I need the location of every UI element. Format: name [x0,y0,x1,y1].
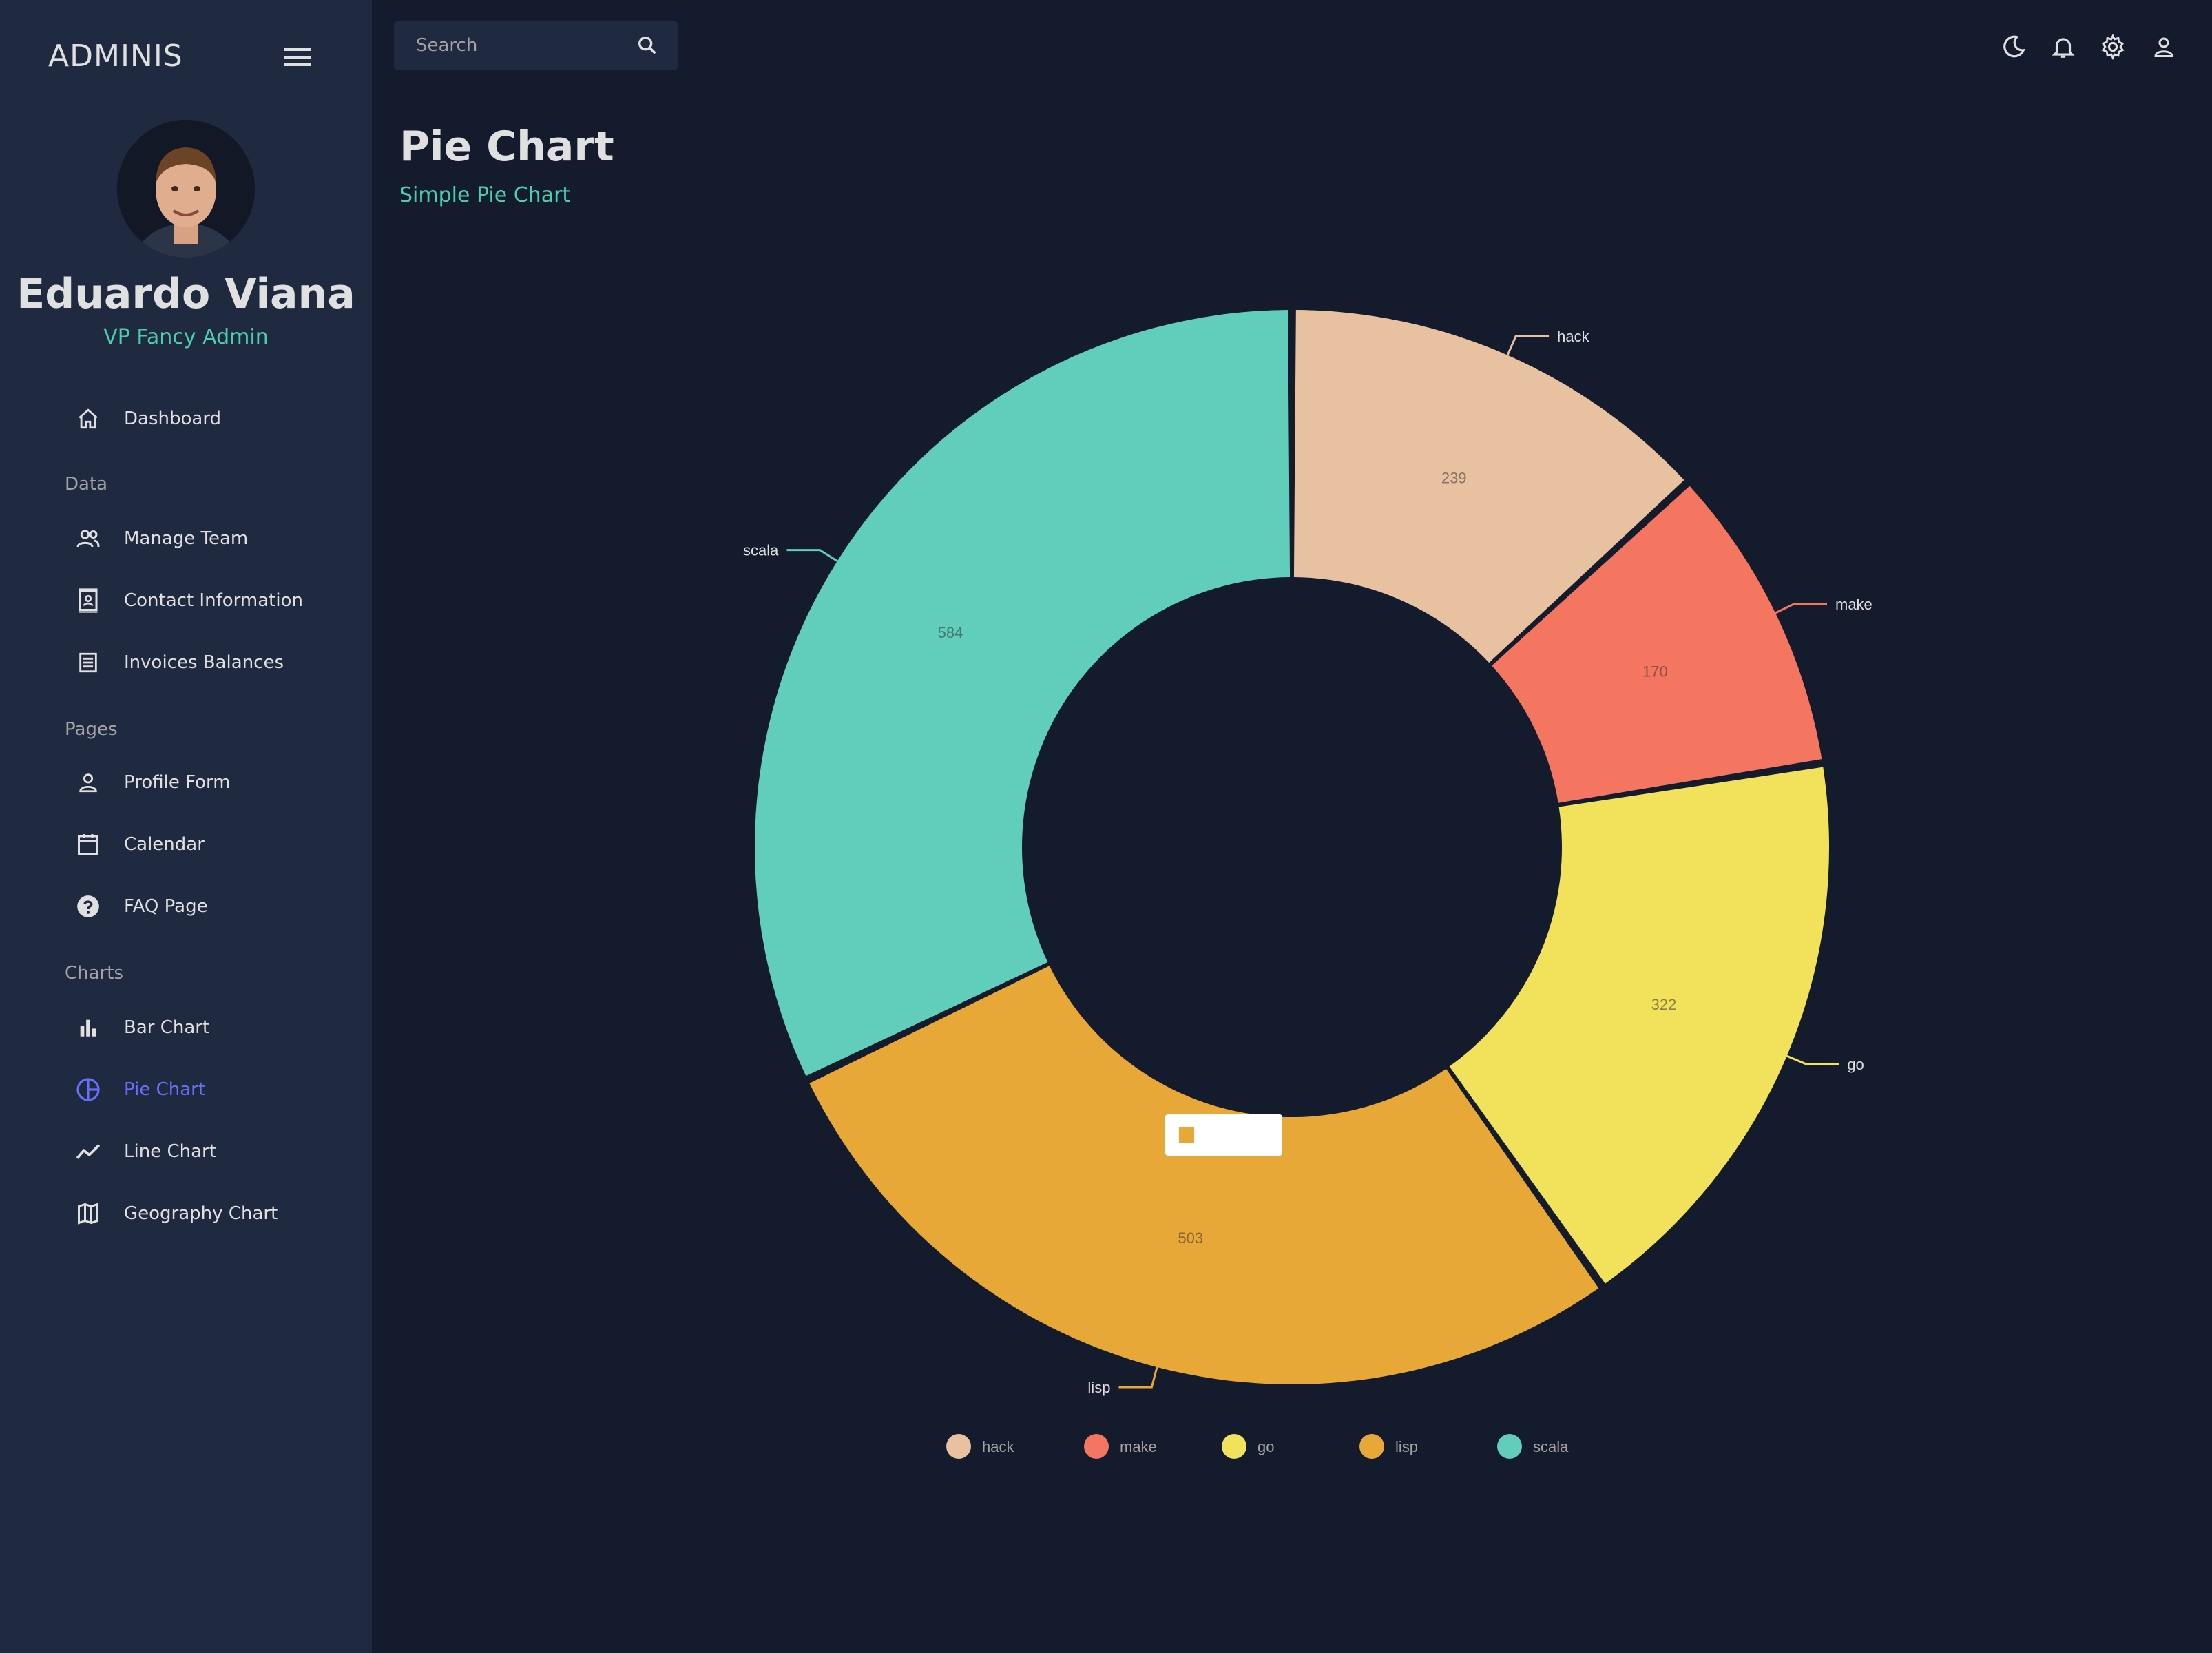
slice-link-line [1505,335,1550,358]
slice-arc-label: go [1847,1056,1864,1073]
legend-swatch [1084,1434,1109,1459]
slice-value-label: 584 [938,624,963,641]
slice-value-label: 322 [1651,996,1677,1013]
pie-slice-scala [755,310,1291,1077]
legend-swatch [1359,1434,1384,1459]
slice-link-line [1772,603,1828,616]
tooltip-color-swatch [1179,1127,1194,1143]
pie-chart: 239 hack 170 make 322 go 503 lisp 584 scala hack ma… [743,310,1872,1459]
slice-link-line [786,549,840,564]
legend-item-label: lisp [1395,1438,1418,1455]
legend-item-label: make [1120,1438,1157,1455]
slice-value-label: 503 [1178,1229,1203,1247]
slice-arc-label: make [1835,596,1872,613]
legend-swatch [1497,1434,1522,1459]
legend-item-label: hack [982,1438,1014,1455]
slice-arc-label: hack [1557,328,1589,345]
slice-link-line [1118,1364,1159,1389]
legend-swatch [1222,1434,1246,1459]
legend-swatch [946,1434,971,1459]
legend-item-label: scala [1533,1438,1569,1455]
pie-slice-lisp [809,966,1599,1385]
legend-item-label: go [1258,1438,1274,1455]
slice-arc-label: scala [743,542,779,559]
slice-value-label: 170 [1642,663,1668,680]
slice-link-line [1784,1054,1839,1065]
slice-arc-label: lisp [1087,1379,1110,1396]
slice-value-label: 239 [1441,469,1467,486]
chart-tooltip [1165,1114,1282,1156]
